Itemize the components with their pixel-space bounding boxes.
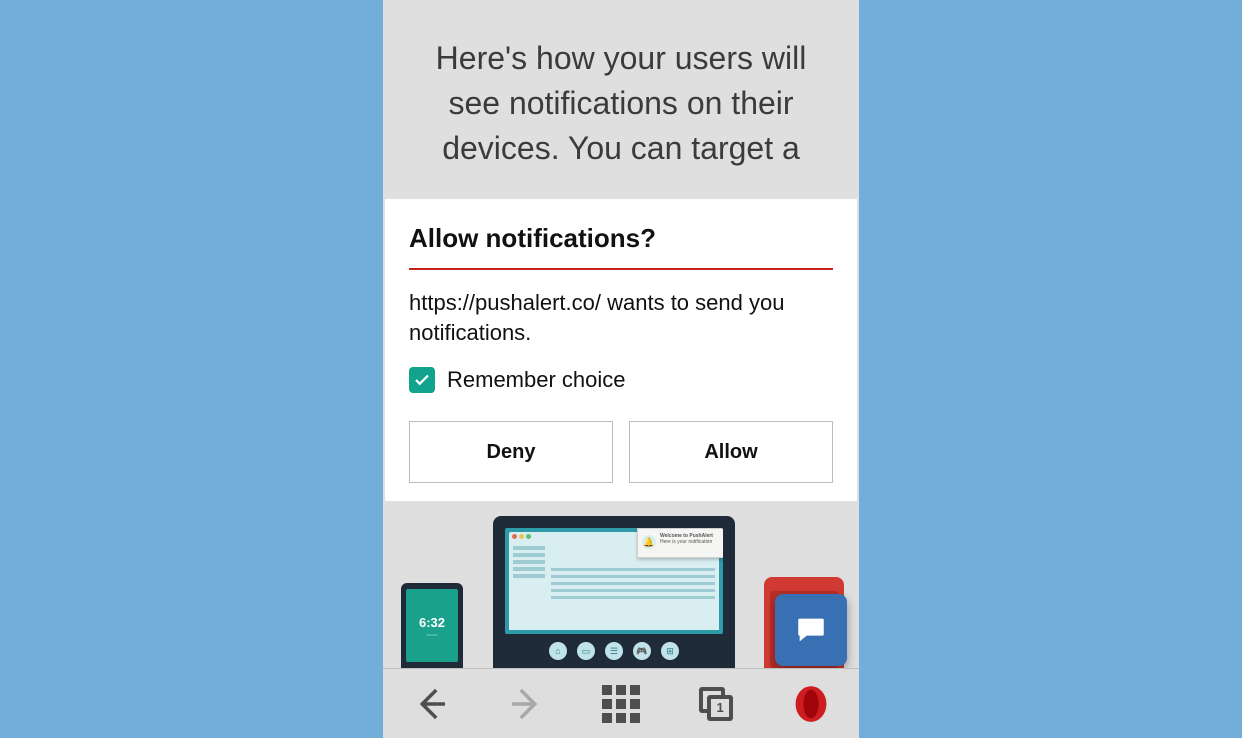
illustration-laptop: 🔔 Welcome to PushAlert Here is your noti… [493, 516, 735, 668]
illustration-phone-small: 6:32 •••••••• [401, 583, 463, 668]
opera-icon [792, 685, 830, 723]
bell-icon: 🔔 [642, 535, 656, 549]
back-button[interactable] [401, 674, 461, 734]
remember-choice-checkbox[interactable]: Remember choice [409, 367, 833, 393]
checkbox-checked-icon [409, 367, 435, 393]
hero-text: Here's how your users will see notificat… [383, 0, 859, 170]
forward-button[interactable] [496, 674, 556, 734]
tab-count-badge: 1 [707, 695, 733, 721]
chat-icon [794, 613, 828, 647]
dialog-message: https://pushalert.co/ wants to send you … [409, 270, 833, 367]
deny-button[interactable]: Deny [409, 421, 613, 483]
mobile-viewport: Here's how your users will see notificat… [383, 0, 859, 738]
tabs-icon: 1 [699, 687, 733, 721]
dock-icon: ▭ [577, 642, 595, 660]
dock-icon: ⊞ [661, 642, 679, 660]
browser-toolbar: 1 [383, 668, 859, 738]
dock-icon: 🎮 [633, 642, 651, 660]
arrow-left-icon [410, 683, 452, 725]
tabs-button[interactable]: 1 [686, 674, 746, 734]
notification-permission-dialog: Allow notifications? https://pushalert.c… [385, 199, 857, 501]
page-content: Here's how your users will see notificat… [383, 0, 859, 668]
opera-menu-button[interactable] [781, 674, 841, 734]
illustration-notification: 🔔 Welcome to PushAlert Here is your noti… [637, 528, 723, 558]
devices-illustration: 6:32 •••••••• 🔔 Welcome to PushAlert [383, 508, 859, 668]
grid-icon [602, 685, 640, 723]
chat-widget-button[interactable] [775, 594, 847, 666]
speed-dial-button[interactable] [591, 674, 651, 734]
dock-icon: ☰ [605, 642, 623, 660]
remember-choice-label: Remember choice [447, 367, 626, 393]
arrow-right-icon [505, 683, 547, 725]
allow-button[interactable]: Allow [629, 421, 833, 483]
dialog-title: Allow notifications? [409, 223, 833, 270]
illustration-phone-time: 6:32 [419, 615, 445, 630]
dock-icon: ⌂ [549, 642, 567, 660]
